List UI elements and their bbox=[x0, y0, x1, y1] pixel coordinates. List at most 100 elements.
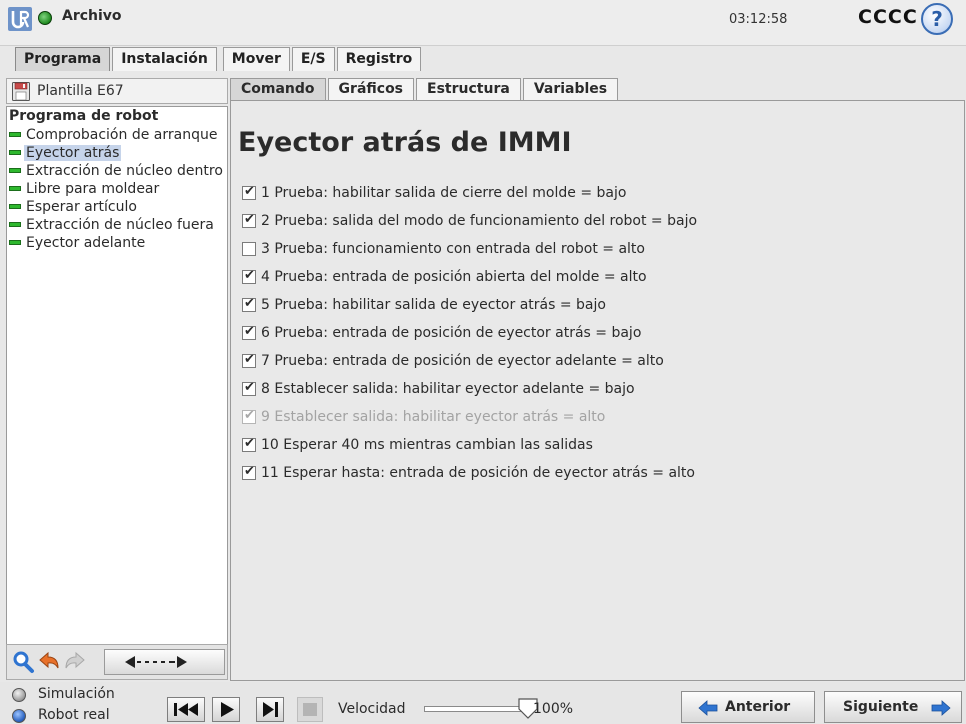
play-button[interactable] bbox=[212, 697, 240, 722]
tree-item[interactable]: Eyector adelante bbox=[9, 234, 147, 252]
program-tree: Programa de robot Comprobación de arranq… bbox=[6, 106, 228, 651]
speed-slider[interactable] bbox=[424, 706, 522, 712]
command-checkbox[interactable]: ✔ bbox=[242, 184, 256, 200]
tab-variables[interactable]: Variables bbox=[522, 78, 619, 100]
command-row[interactable]: ✔ 9 Establecer salida: habilitar eyector … bbox=[242, 403, 697, 431]
previous-button[interactable]: Anterior bbox=[681, 691, 815, 723]
undo-icon[interactable] bbox=[37, 650, 61, 674]
tree-item-selected[interactable]: Eyector atrás bbox=[9, 144, 122, 162]
page-title: Eyector atrás de IMMI bbox=[238, 127, 572, 158]
title-bar: Archivo 03:12:58 CCCC ? bbox=[0, 0, 966, 46]
robot-name: CCCC bbox=[858, 6, 918, 28]
next-button[interactable]: Siguiente bbox=[824, 691, 962, 723]
tree-toolbar bbox=[6, 644, 228, 680]
template-row[interactable]: Plantilla E67 bbox=[6, 78, 228, 104]
tree-root[interactable]: Programa de robot bbox=[9, 108, 158, 124]
tree-item[interactable]: Extracción de núcleo fuera bbox=[9, 216, 216, 234]
command-checkbox[interactable]: ✔ bbox=[242, 296, 256, 312]
tree-item-label: Eyector adelante bbox=[26, 235, 146, 251]
checkmark-icon: ✔ bbox=[244, 464, 255, 479]
command-row[interactable]: ✔ 7 Prueba: entrada de posición de eyecto… bbox=[242, 347, 697, 375]
speed-label: Velocidad bbox=[338, 701, 406, 717]
command-text: 2 Prueba: salida del modo de funcionamie… bbox=[261, 213, 698, 229]
command-checkbox[interactable]: ✔ bbox=[242, 352, 256, 368]
checkmark-icon: ✔ bbox=[244, 408, 255, 423]
next-label: Siguiente bbox=[843, 699, 919, 715]
tree-item[interactable]: Comprobación de arranque bbox=[9, 126, 219, 144]
simulation-label: Simulación bbox=[38, 686, 115, 702]
command-checkbox[interactable]: ✔ bbox=[242, 436, 256, 452]
tree-item[interactable]: Extracción de núcleo dentro bbox=[9, 162, 225, 180]
tab-instalacion[interactable]: Instalación bbox=[112, 47, 217, 71]
node-icon bbox=[9, 221, 21, 227]
tab-mover[interactable]: Mover bbox=[222, 47, 290, 71]
command-checkbox[interactable] bbox=[242, 242, 256, 256]
node-icon bbox=[9, 185, 21, 191]
tree-item-label: Extracción de núcleo dentro bbox=[26, 163, 223, 179]
real-robot-radio[interactable] bbox=[12, 709, 26, 723]
command-checkbox[interactable]: ✔ bbox=[242, 212, 256, 228]
command-row[interactable]: ✔ 10 Esperar 40 ms mientras cambian las s… bbox=[242, 431, 697, 459]
checkmark-icon: ✔ bbox=[244, 436, 255, 451]
redo-icon[interactable] bbox=[63, 650, 87, 674]
tree-item[interactable]: Libre para moldear bbox=[9, 180, 161, 198]
command-row[interactable]: ✔ 1 Prueba: habilitar salida de cierre de… bbox=[242, 179, 697, 207]
tree-item[interactable]: Esperar artículo bbox=[9, 198, 139, 216]
checkmark-icon: ✔ bbox=[244, 268, 255, 283]
checkmark-icon: ✔ bbox=[244, 212, 255, 227]
command-text: 5 Prueba: habilitar salida de eyector at… bbox=[261, 297, 606, 313]
move-arrows-icon bbox=[125, 656, 187, 668]
checkmark-icon: ✔ bbox=[244, 380, 255, 395]
command-row[interactable]: ✔ 4 Prueba: entrada de posición abierta d… bbox=[242, 263, 697, 291]
command-text: 10 Esperar 40 ms mientras cambian las sa… bbox=[261, 437, 593, 453]
speed-value: 100% bbox=[533, 701, 574, 717]
template-label: Plantilla E67 bbox=[37, 83, 124, 99]
checkmark-icon: ✔ bbox=[244, 324, 255, 339]
move-node-button[interactable] bbox=[104, 649, 225, 675]
tab-estructura[interactable]: Estructura bbox=[416, 78, 521, 100]
command-panel: Eyector atrás de IMMI ✔ 1 Prueba: habilit… bbox=[230, 100, 965, 681]
arrow-left-icon bbox=[698, 700, 718, 716]
clock: 03:12:58 bbox=[729, 12, 788, 27]
command-checkbox[interactable]: ✔ bbox=[242, 408, 256, 424]
real-robot-label: Robot real bbox=[38, 707, 110, 723]
stop-icon bbox=[303, 703, 317, 716]
node-icon bbox=[9, 167, 21, 173]
skip-start-icon bbox=[174, 703, 198, 716]
node-icon bbox=[9, 203, 21, 209]
command-text: 4 Prueba: entrada de posición abierta de… bbox=[261, 269, 647, 285]
checkmark-icon: ✔ bbox=[244, 184, 255, 199]
command-text: 6 Prueba: entrada de posición de eyector… bbox=[261, 325, 642, 341]
stop-button[interactable] bbox=[297, 697, 323, 722]
command-text: 7 Prueba: entrada de posición de eyector… bbox=[261, 353, 664, 369]
step-button[interactable] bbox=[256, 697, 284, 722]
file-menu[interactable]: Archivo bbox=[62, 8, 122, 24]
command-row[interactable]: ✔ 2 Prueba: salida del modo de funcionami… bbox=[242, 207, 697, 235]
help-icon[interactable]: ? bbox=[921, 3, 953, 35]
node-icon bbox=[9, 131, 21, 137]
bottom-bar: Simulación Robot real Velocidad 100% Ant… bbox=[0, 682, 966, 724]
tab-es[interactable]: E/S bbox=[291, 47, 335, 71]
command-checkbox[interactable]: ✔ bbox=[242, 464, 256, 480]
search-icon[interactable] bbox=[11, 650, 35, 674]
checkmark-icon: ✔ bbox=[244, 352, 255, 367]
tab-registro[interactable]: Registro bbox=[336, 47, 422, 71]
previous-label: Anterior bbox=[725, 699, 791, 715]
command-row[interactable]: ✔ 8 Establecer salida: habilitar eyector … bbox=[242, 375, 697, 403]
skip-start-button[interactable] bbox=[167, 697, 205, 722]
tab-comando[interactable]: Comando bbox=[230, 78, 326, 100]
tab-programa[interactable]: Programa bbox=[15, 47, 111, 71]
command-text: 3 Prueba: funcionamiento con entrada del… bbox=[261, 241, 645, 257]
ur-logo-icon bbox=[8, 7, 32, 31]
command-row[interactable]: ✔ 5 Prueba: habilitar salida de eyector a… bbox=[242, 291, 697, 319]
command-row[interactable]: ✔ 6 Prueba: entrada de posición de eyecto… bbox=[242, 319, 697, 347]
command-checkbox[interactable]: ✔ bbox=[242, 324, 256, 340]
command-row[interactable]: 3 Prueba: funcionamiento con entrada del… bbox=[242, 235, 697, 263]
command-checkbox[interactable]: ✔ bbox=[242, 268, 256, 284]
floppy-icon bbox=[12, 82, 30, 101]
node-icon bbox=[9, 149, 21, 155]
command-row[interactable]: ✔ 11 Esperar hasta: entrada de posición d… bbox=[242, 459, 697, 487]
tab-graficos[interactable]: Gráficos bbox=[327, 78, 415, 100]
command-checkbox[interactable]: ✔ bbox=[242, 380, 256, 396]
simulation-radio[interactable] bbox=[12, 688, 26, 702]
